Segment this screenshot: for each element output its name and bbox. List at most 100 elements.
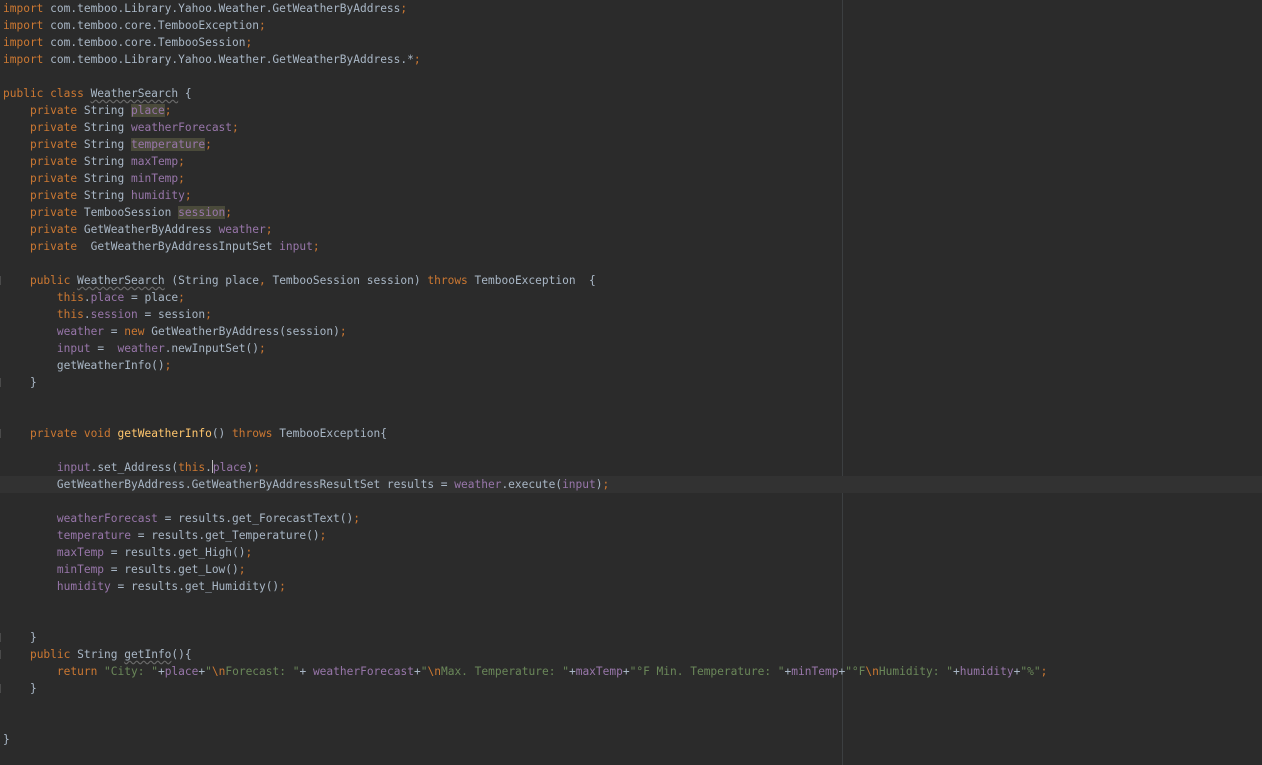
code-token: weather [56, 325, 105, 338]
code-line[interactable]: import com.temboo.Library.Yahoo.Weather.… [3, 51, 421, 68]
code-token: ; [178, 155, 185, 168]
code-token: com.temboo.core.TembooException [50, 19, 259, 32]
code-token: \n [427, 665, 441, 678]
code-line[interactable]: private GetWeatherByAddress weather; [3, 221, 273, 238]
code-line[interactable]: maxTemp = results.get_High(); [3, 544, 252, 561]
code-token: humidity [959, 665, 1014, 678]
code-token: com.temboo.core.TembooSession [50, 36, 246, 49]
code-token: weatherForecast [312, 665, 414, 678]
code-token: = [104, 325, 125, 338]
code-token: private [29, 104, 84, 117]
code-editor[interactable]: import com.temboo.Library.Yahoo.Weather.… [0, 0, 1262, 765]
code-token: .set_Address( [90, 461, 179, 474]
code-line[interactable]: private String weatherForecast; [3, 119, 239, 136]
code-token: (String place [164, 274, 259, 287]
code-line[interactable]: } [3, 731, 10, 748]
code-token: ; [205, 308, 212, 321]
code-line[interactable]: public String getInfo(){ [3, 646, 192, 663]
code-line[interactable]: } [3, 629, 37, 646]
code-token: String [77, 648, 125, 661]
code-token: + [299, 665, 313, 678]
fold-marker-icon[interactable] [0, 650, 1, 659]
code-token: .execute( [501, 478, 563, 491]
code-token: ; [205, 138, 212, 151]
code-line[interactable]: input.set_Address(this.place); [3, 459, 260, 476]
code-token: return [56, 665, 105, 678]
code-line[interactable]: import com.temboo.core.TembooException; [3, 17, 266, 34]
code-token: com.temboo.Library.Yahoo.Weather.GetWeat… [50, 2, 401, 15]
code-token: throws [232, 427, 280, 440]
fold-marker-icon[interactable] [0, 429, 1, 438]
code-token: ; [258, 19, 266, 32]
code-token: temperature [131, 138, 206, 151]
code-token: private [29, 206, 84, 219]
code-line[interactable]: import com.temboo.Library.Yahoo.Weather.… [3, 0, 407, 17]
code-token: getInfo [124, 648, 172, 661]
code-token: ; [413, 53, 421, 66]
code-line[interactable]: this.place = place; [3, 289, 185, 306]
code-token: ; [1040, 665, 1048, 678]
code-line[interactable]: humidity = results.get_Humidity(); [3, 578, 286, 595]
code-line[interactable]: private TembooSession session; [3, 204, 232, 221]
code-token: + [568, 665, 576, 678]
code-line[interactable]: private String humidity; [3, 187, 192, 204]
code-line[interactable]: import com.temboo.core.TembooSession; [3, 34, 252, 51]
code-line[interactable]: private String temperature; [3, 136, 212, 153]
code-line[interactable]: getWeatherInfo(); [3, 357, 172, 374]
code-token: } [3, 631, 37, 644]
code-line[interactable]: public class WeatherSearch { [3, 85, 192, 102]
code-token: input [279, 240, 313, 253]
code-token: this [56, 291, 84, 304]
code-token: "°F [845, 665, 866, 678]
code-token: + [157, 665, 165, 678]
code-line[interactable]: weather = new GetWeatherByAddress(sessio… [3, 323, 347, 340]
code-token: weather [117, 342, 165, 355]
code-token: place [164, 665, 199, 678]
code-token: import [3, 36, 51, 49]
code-token: ; [279, 580, 286, 593]
code-line[interactable]: return "City: "+place+"\nForecast: "+ we… [3, 663, 1047, 680]
fold-marker-icon[interactable] [0, 684, 1, 693]
fold-marker-icon[interactable] [0, 633, 1, 642]
code-token: + [413, 665, 421, 678]
right-margin-guide [842, 0, 843, 765]
code-line[interactable]: private GetWeatherByAddressInputSet inpu… [3, 238, 320, 255]
code-line[interactable]: } [3, 680, 37, 697]
code-token: ; [245, 36, 253, 49]
code-line[interactable]: minTemp = results.get_Low(); [3, 561, 246, 578]
code-token: private void [29, 427, 118, 440]
code-line[interactable]: private String place; [3, 102, 171, 119]
code-token: Max. Temperature: " [440, 665, 569, 678]
code-token: private [29, 240, 91, 253]
code-token: input [562, 478, 596, 491]
code-token: GetWeatherByAddress(session) [151, 325, 340, 338]
code-line[interactable]: GetWeatherByAddress.GetWeatherByAddressR… [3, 476, 609, 493]
code-token: ; [312, 240, 320, 253]
code-line[interactable]: temperature = results.get_Temperature(); [3, 527, 326, 544]
code-token: weather [454, 478, 502, 491]
code-line[interactable]: private void getWeatherInfo() throws Tem… [3, 425, 387, 442]
code-line[interactable]: private String minTemp; [3, 170, 185, 187]
code-line[interactable]: weatherForecast = results.get_ForecastTe… [3, 510, 360, 527]
code-token: ; [400, 2, 408, 15]
code-token: , [258, 274, 273, 287]
code-line[interactable]: this.session = session; [3, 306, 212, 323]
code-line[interactable]: } [3, 374, 37, 391]
code-line[interactable]: input = weather.newInputSet(); [3, 340, 266, 357]
code-token: ; [164, 104, 172, 117]
code-token: TembooException{ [279, 427, 387, 440]
fold-marker-icon[interactable] [0, 276, 1, 285]
fold-marker-icon[interactable] [0, 378, 1, 387]
code-token: getWeatherInfo [117, 427, 212, 440]
code-token: maxTemp [131, 155, 179, 168]
code-line[interactable]: public WeatherSearch (String place, Temb… [3, 272, 596, 289]
code-line[interactable]: private String maxTemp; [3, 153, 185, 170]
code-token: Forecast: " [225, 665, 300, 678]
code-token: private [29, 121, 84, 134]
code-token: \n [211, 665, 226, 678]
